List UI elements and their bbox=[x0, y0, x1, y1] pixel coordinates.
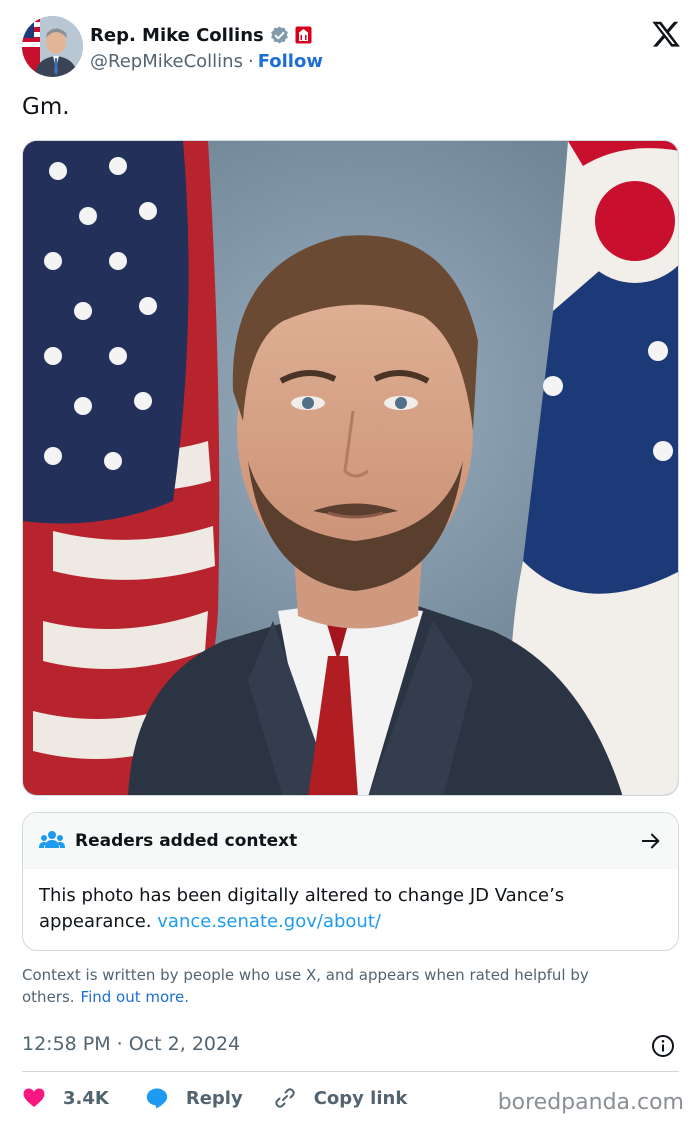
author-name[interactable]: Rep. Mike Collins bbox=[90, 25, 264, 46]
community-note-link[interactable]: vance.senate.gov/about/ bbox=[157, 911, 381, 932]
tweet-photo[interactable] bbox=[22, 140, 679, 796]
reply-button[interactable]: Reply bbox=[145, 1086, 243, 1110]
community-note-body: This photo has been digitally altered to… bbox=[23, 869, 678, 935]
us-house-badge-icon bbox=[295, 26, 312, 44]
tweet-actions: 3.4K Reply Copy link bbox=[22, 1082, 407, 1114]
author-handle-row: @RepMikeCollins · Follow bbox=[90, 51, 323, 72]
reply-bubble-icon bbox=[146, 1088, 168, 1109]
author-avatar[interactable] bbox=[22, 16, 83, 77]
link-icon bbox=[274, 1088, 295, 1108]
community-note[interactable]: Readers added context This photo has bee… bbox=[22, 812, 679, 951]
divider bbox=[22, 1071, 679, 1072]
author-name-row: Rep. Mike Collins bbox=[90, 24, 323, 46]
find-out-more-link[interactable]: Find out more. bbox=[81, 988, 189, 1006]
community-note-title: Readers added context bbox=[75, 831, 298, 851]
follow-button[interactable]: Follow bbox=[258, 51, 323, 72]
like-button[interactable]: 3.4K bbox=[22, 1086, 109, 1110]
arrow-right-icon[interactable] bbox=[640, 830, 662, 852]
heart-icon bbox=[23, 1088, 45, 1107]
reply-label: Reply bbox=[185, 1087, 243, 1109]
tweet-text: Gm. bbox=[22, 94, 70, 120]
tweet-header: Rep. Mike Collins @RepMikeCollins · Foll… bbox=[22, 16, 682, 80]
watermark: boredpanda.com bbox=[497, 1090, 684, 1115]
author-info: Rep. Mike Collins @RepMikeCollins · Foll… bbox=[90, 24, 323, 73]
x-logo-icon[interactable] bbox=[652, 20, 680, 48]
community-note-header[interactable]: Readers added context bbox=[23, 813, 678, 869]
verified-badge-icon bbox=[270, 25, 288, 43]
handle-separator: · bbox=[247, 51, 254, 72]
note-disclaimer: Context is written by people who use X, … bbox=[22, 964, 672, 1008]
copy-link-label: Copy link bbox=[313, 1087, 408, 1109]
people-icon bbox=[39, 831, 65, 848]
tweet-timestamp[interactable]: 12:58 PM · Oct 2, 2024 bbox=[22, 1033, 240, 1055]
copy-link-button[interactable]: Copy link bbox=[273, 1086, 408, 1110]
author-handle[interactable]: @RepMikeCollins bbox=[90, 51, 243, 72]
like-count: 3.4K bbox=[63, 1087, 109, 1109]
info-icon[interactable] bbox=[651, 1034, 675, 1058]
